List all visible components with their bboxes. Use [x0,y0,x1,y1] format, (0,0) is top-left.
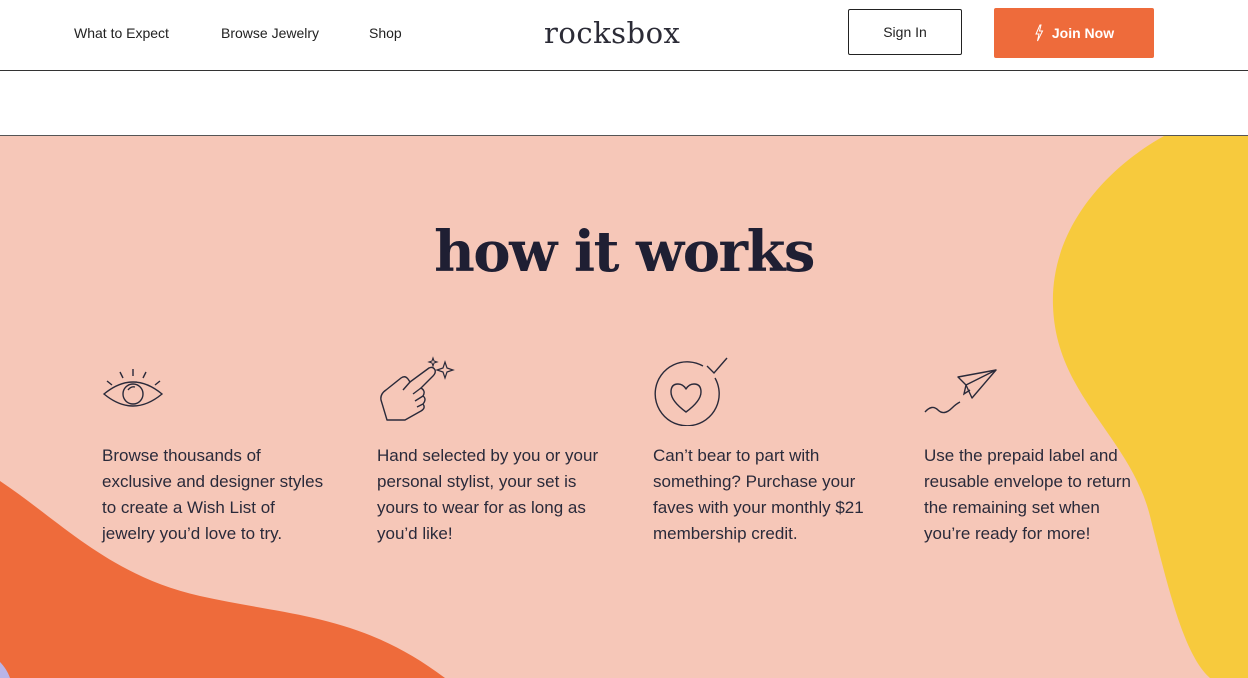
step-return-text: Use the prepaid label and reusable envel… [924,446,1131,543]
join-now-button[interactable]: Join Now [994,8,1154,58]
nav-link-what-to-expect[interactable]: What to Expect [74,24,169,42]
nav-link-shop[interactable]: Shop [369,24,402,42]
eye-icon [102,369,164,407]
pointing-hand-sparkle-icon [380,356,455,421]
heart-check-icon [654,357,728,426]
how-it-works-title: how it works [434,219,815,285]
step-browse-text: Browse thousands of exclusive and design… [102,446,324,543]
step-hand-selected-text: Hand selected by you or your personal st… [377,446,599,543]
nav-link-browse-jewelry[interactable]: Browse Jewelry [221,24,319,42]
top-navigation-bar: What to Expect Browse Jewelry Shop rocks… [0,0,1248,71]
step-return: Use the prepaid label and reusable envel… [924,356,1131,543]
step-purchase: Can’t bear to part with something? Purch… [653,356,864,543]
paper-plane-icon [924,369,997,414]
join-now-label: Join Now [1051,25,1115,41]
lightning-bolt-icon [1035,24,1044,42]
rocksbox-logo[interactable]: rocksbox [544,14,680,52]
step-purchase-text: Can’t bear to part with something? Purch… [653,446,864,543]
how-it-works-section: how it works Browse thousands of exclusi… [0,135,1248,678]
sign-in-button[interactable]: Sign In [848,9,962,55]
step-browse: Browse thousands of exclusive and design… [102,356,323,543]
step-hand-selected: Hand selected by you or your personal st… [377,356,598,543]
